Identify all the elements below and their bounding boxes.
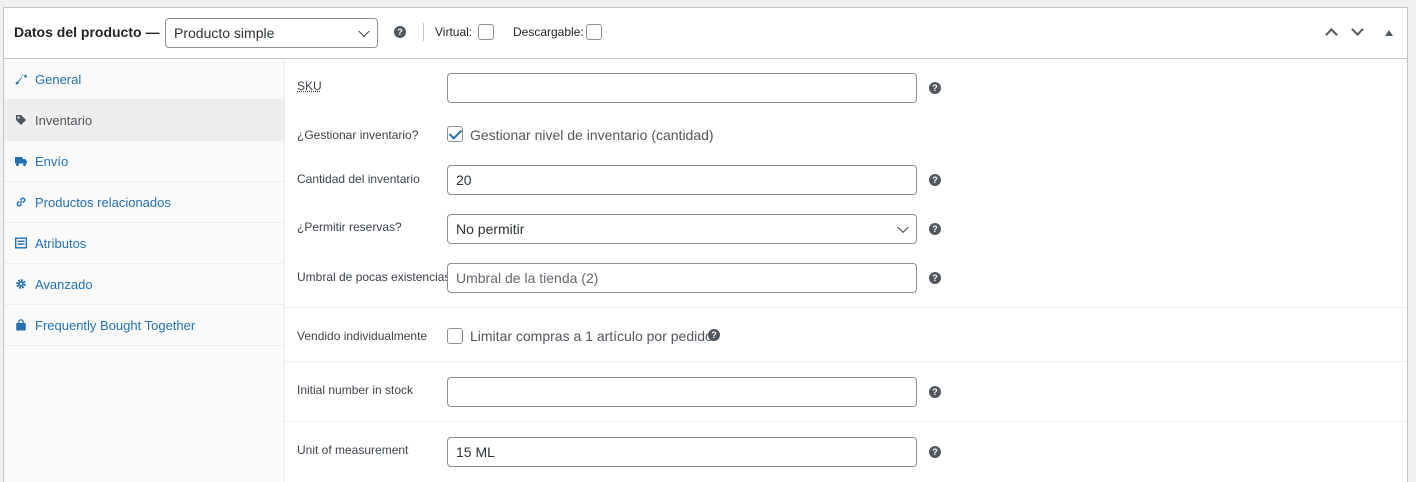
panel-title: Datos del producto — bbox=[14, 24, 160, 40]
gear-icon bbox=[16, 279, 26, 289]
move-down-icon[interactable] bbox=[1351, 23, 1364, 36]
help-icon[interactable]: ? bbox=[708, 329, 720, 341]
tab-atributos[interactable]: Atributos bbox=[4, 223, 285, 264]
tab-label: Inventario bbox=[35, 112, 93, 128]
help-icon[interactable]: ? bbox=[929, 272, 941, 284]
product-type-select[interactable]: Producto simple bbox=[165, 18, 378, 48]
link-icon bbox=[16, 197, 26, 207]
tab-label: Avanzado bbox=[35, 276, 93, 292]
tab-envio[interactable]: Envío bbox=[4, 141, 285, 182]
sold-individually-checkbox[interactable] bbox=[447, 328, 463, 344]
wrench-icon bbox=[15, 74, 27, 85]
help-icon[interactable]: ? bbox=[929, 223, 941, 235]
downloadable-label: Descargable: bbox=[513, 25, 584, 39]
product-data-panel: Datos del producto — Producto simple ? V… bbox=[3, 7, 1408, 482]
tab-frequently-bought-together[interactable]: Frequently Bought Together bbox=[4, 305, 285, 346]
panel-header: Datos del producto — Producto simple ? V… bbox=[4, 8, 1407, 59]
collapse-toggle-icon[interactable] bbox=[1385, 30, 1393, 36]
tab-label: Frequently Bought Together bbox=[35, 317, 196, 333]
chevron-down-icon bbox=[897, 221, 909, 234]
backorders-value: No permitir bbox=[456, 221, 525, 237]
truck-icon bbox=[15, 157, 27, 167]
sold-individually-label: Vendido individualmente bbox=[297, 329, 428, 343]
move-up-icon[interactable] bbox=[1325, 28, 1338, 41]
low-stock-input[interactable]: Umbral de la tienda (2) bbox=[447, 263, 917, 293]
sku-label: SKU bbox=[297, 79, 322, 93]
tab-label: Productos relacionados bbox=[35, 194, 171, 210]
tab-label: General bbox=[35, 71, 82, 87]
unit-of-measurement-label: Unit of measurement bbox=[297, 443, 409, 457]
help-icon[interactable]: ? bbox=[929, 446, 941, 458]
list-icon bbox=[15, 237, 27, 249]
manage-stock-text: Gestionar nivel de inventario (cantidad) bbox=[470, 127, 714, 143]
stock-quantity-input[interactable]: 20 bbox=[447, 165, 917, 195]
sold-individually-text: Limitar compras a 1 artículo por pedido bbox=[470, 328, 713, 344]
product-type-value: Producto simple bbox=[174, 25, 275, 41]
manage-stock-checkbox[interactable] bbox=[447, 126, 463, 142]
tab-general[interactable]: General bbox=[4, 59, 285, 100]
virtual-label: Virtual: bbox=[435, 25, 473, 39]
backorders-select[interactable]: No permitir bbox=[447, 214, 917, 244]
bag-icon bbox=[16, 319, 26, 331]
low-stock-label: Umbral de pocas existencias bbox=[297, 270, 451, 284]
tab-label: Envío bbox=[35, 153, 69, 169]
unit-of-measurement-input[interactable]: 15 ML bbox=[447, 437, 917, 467]
help-icon[interactable]: ? bbox=[929, 82, 941, 94]
header-divider bbox=[423, 23, 424, 41]
tab-label: Atributos bbox=[35, 235, 87, 251]
help-icon[interactable]: ? bbox=[929, 386, 941, 398]
help-icon[interactable]: ? bbox=[929, 174, 941, 186]
help-icon[interactable]: ? bbox=[394, 26, 406, 38]
backorders-label: ¿Permitir reservas? bbox=[297, 220, 402, 234]
tab-avanzado[interactable]: Avanzado bbox=[4, 264, 285, 305]
tag-icon bbox=[16, 115, 26, 125]
chevron-down-icon bbox=[358, 25, 370, 38]
sku-input[interactable] bbox=[447, 73, 917, 103]
downloadable-checkbox[interactable] bbox=[586, 24, 602, 40]
section-divider bbox=[285, 361, 1407, 362]
tab-productos-relacionados[interactable]: Productos relacionados bbox=[4, 182, 285, 223]
tab-inventario[interactable]: Inventario bbox=[4, 100, 285, 141]
manage-stock-label: ¿Gestionar inventario? bbox=[297, 128, 419, 142]
section-divider bbox=[285, 421, 1407, 422]
stock-quantity-label: Cantidad del inventario bbox=[297, 172, 420, 186]
initial-stock-input[interactable] bbox=[447, 377, 917, 407]
product-data-tabs: General Inventario Envío Productos relac… bbox=[4, 59, 285, 482]
initial-stock-label: Initial number in stock bbox=[297, 383, 414, 397]
section-divider bbox=[285, 307, 1407, 308]
virtual-checkbox[interactable] bbox=[478, 24, 494, 40]
